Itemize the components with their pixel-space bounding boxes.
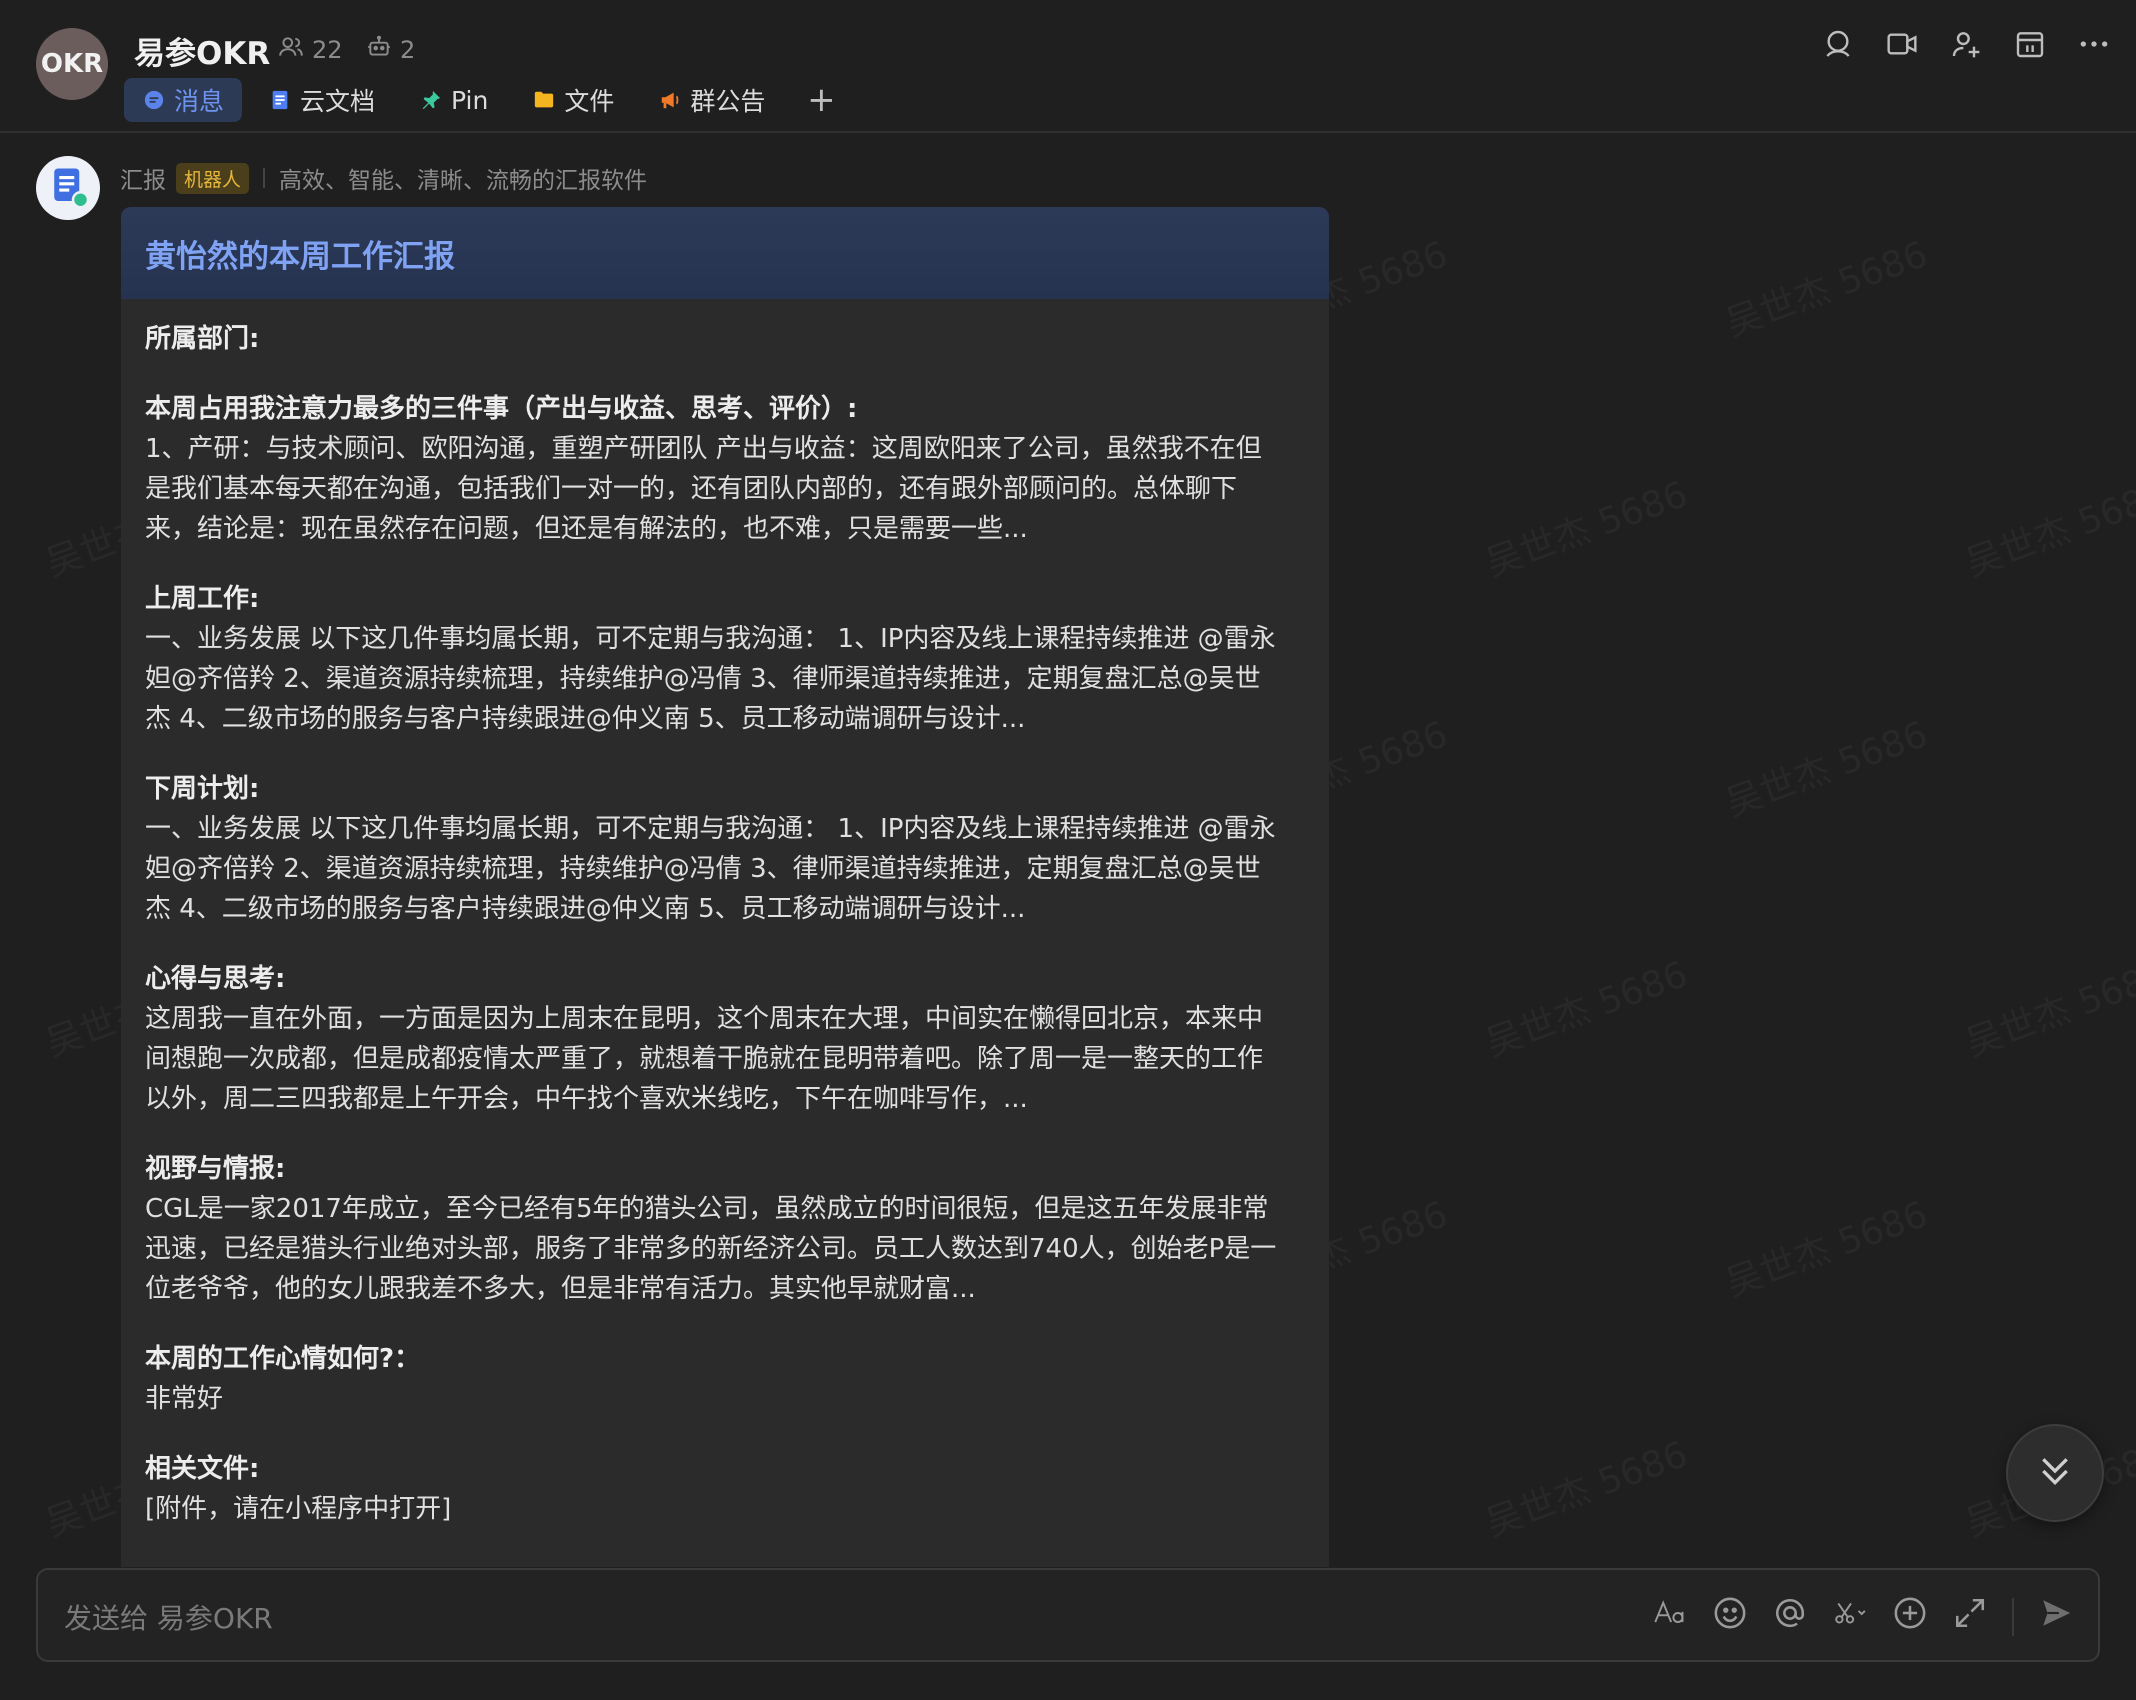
tab-label: 文件	[564, 87, 615, 116]
send-button[interactable]	[2038, 1595, 2074, 1639]
section-department: 所属部门:	[145, 319, 1305, 359]
search-button[interactable]	[1820, 28, 1856, 64]
watermark-text: 吴世杰 5686	[1957, 465, 2136, 586]
search-icon	[1822, 28, 1854, 64]
sender-line: 汇报 机器人 高效、智能、清晰、流畅的汇报软件	[120, 160, 647, 196]
mention-button[interactable]	[1772, 1595, 1808, 1639]
section-content: 这周我一直在外面，一方面是因为上周末在昆明，这个周末在大理，中间实在懒得回北京，…	[145, 1004, 1264, 1114]
text-format-icon	[1653, 1596, 1687, 1638]
section-reflection: 心得与思考: 这周我一直在外面，一方面是因为上周末在昆明，这个周末在大理，中间实…	[145, 959, 1305, 1119]
watermark-text: 吴世杰 5686	[1717, 225, 1933, 346]
more-icon	[2078, 28, 2110, 64]
chat-window: 吴世杰 5686吴世杰 5686吴世杰 5686吴世杰 5686吴世杰 5686…	[0, 0, 2136, 1700]
members-icon	[278, 34, 304, 66]
section-label: 本周的工作心情如何?：	[145, 1344, 421, 1374]
report-card[interactable]: 黄怡然的本周工作汇报 所属部门: 本周占用我注意力最多的三件事（产出与收益、思考…	[121, 207, 1329, 1567]
bot-count[interactable]: 2	[366, 34, 415, 66]
plus-circle-icon	[1893, 1596, 1927, 1638]
member-count-value: 22	[312, 36, 343, 64]
section-next-week: 下周计划: 一、业务发展 以下这几件事均属长期，可不定期与我沟通： 1、IP内容…	[145, 769, 1305, 929]
chat-header: OKR 易参OKR 22 2 消息 云文档 Pin 文件 群公告 +	[0, 0, 2136, 133]
bot-icon	[366, 34, 392, 66]
tab-label: 云文档	[300, 87, 376, 116]
scissors-icon	[1833, 1596, 1867, 1638]
section-top-three: 本周占用我注意力最多的三件事（产出与收益、思考、评价）: 1、产研：与技术顾问、…	[145, 389, 1305, 549]
tab-label: Pin	[451, 85, 489, 115]
screenshot-button[interactable]	[1832, 1595, 1868, 1639]
card-title: 黄怡然的本周工作汇报	[121, 207, 1329, 299]
add-member-button[interactable]	[1948, 28, 1984, 64]
scroll-to-bottom-button[interactable]	[2006, 1424, 2104, 1522]
watermark-text: 吴世杰 5686	[1477, 1425, 1693, 1546]
section-content: 一、业务发展 以下这几件事均属长期，可不定期与我沟通： 1、IP内容及线上课程持…	[145, 814, 1276, 924]
chat-bubble-icon	[142, 88, 166, 112]
doc-icon	[268, 88, 292, 112]
add-attachment-button[interactable]	[1892, 1595, 1928, 1639]
bot-count-value: 2	[400, 36, 416, 64]
header-actions	[1820, 28, 2112, 64]
divider	[263, 168, 266, 188]
section-label: 相关文件:	[145, 1454, 260, 1484]
double-chevron-down-icon	[2035, 1451, 2075, 1495]
format-button[interactable]	[1652, 1595, 1688, 1639]
tab-pin[interactable]: Pin	[401, 78, 506, 122]
chat-title[interactable]: 易参OKR	[134, 28, 270, 73]
expand-icon	[1953, 1596, 1987, 1638]
section-insights: 视野与情报: CGL是一家2017年成立，至今已经有5年的猎头公司，虽然成立的时…	[145, 1149, 1305, 1309]
tab-label: 群公告	[690, 87, 766, 116]
report-bot-icon	[43, 161, 93, 215]
bot-avatar[interactable]	[36, 156, 100, 220]
group-avatar[interactable]: OKR	[36, 28, 108, 100]
calendar-icon	[2014, 28, 2046, 64]
card-body: 所属部门: 本周占用我注意力最多的三件事（产出与收益、思考、评价）: 1、产研：…	[121, 299, 1329, 1529]
watermark-text: 吴世杰 5686	[1477, 945, 1693, 1066]
message-composer	[36, 1568, 2100, 1662]
section-label: 所属部门:	[145, 324, 260, 354]
section-content: CGL是一家2017年成立，至今已经有5年的猎头公司，虽然成立的时间很短，但是这…	[145, 1194, 1277, 1304]
more-button[interactable]	[2076, 28, 2112, 64]
attachment-link[interactable]: [附件，请在小程序中打开]	[145, 1489, 1285, 1529]
section-last-week: 上周工作: 一、业务发展 以下这几件事均属长期，可不定期与我沟通： 1、IP内容…	[145, 579, 1305, 739]
divider	[2012, 1598, 2014, 1636]
folder-icon	[532, 88, 556, 112]
tab-messages[interactable]: 消息	[124, 78, 243, 122]
section-content: 1、产研：与技术顾问、欧阳沟通，重塑产研团队 产出与收益：这周欧阳来了公司，虽然…	[145, 434, 1262, 544]
watermark-text: 吴世杰 5686	[1717, 705, 1933, 826]
emoji-icon	[1713, 1596, 1747, 1638]
tab-announcement[interactable]: 群公告	[640, 78, 783, 122]
tab-docs[interactable]: 云文档	[250, 78, 393, 122]
bot-badge: 机器人	[176, 162, 250, 194]
video-call-button[interactable]	[1884, 28, 1920, 64]
calendar-button[interactable]	[2012, 28, 2048, 64]
watermark-text: 吴世杰 5686	[1957, 945, 2136, 1066]
megaphone-icon	[658, 88, 682, 112]
sender-name[interactable]: 汇报	[120, 161, 166, 195]
message-input[interactable]	[62, 1592, 1626, 1644]
tab-label: 消息	[174, 87, 225, 116]
video-icon	[1886, 28, 1918, 64]
emoji-button[interactable]	[1712, 1595, 1748, 1639]
member-count[interactable]: 22	[278, 34, 343, 66]
section-content: 一、业务发展 以下这几件事均属长期，可不定期与我沟通： 1、IP内容及线上课程持…	[145, 624, 1276, 734]
sender-description: 高效、智能、清晰、流畅的汇报软件	[279, 168, 648, 194]
watermark-text: 吴世杰 5686	[1477, 465, 1693, 586]
at-sign-icon	[1773, 1596, 1807, 1638]
add-tab-button[interactable]: +	[799, 78, 843, 122]
section-label: 视野与情报:	[145, 1154, 286, 1184]
tab-files[interactable]: 文件	[514, 78, 632, 122]
add-user-icon	[1950, 28, 1982, 64]
chat-tabs: 消息 云文档 Pin 文件 群公告 +	[124, 78, 843, 122]
watermark-text: 吴世杰 5686	[1717, 1185, 1933, 1306]
expand-editor-button[interactable]	[1952, 1595, 1988, 1639]
send-icon	[2039, 1596, 2073, 1638]
section-label: 上周工作:	[145, 584, 260, 614]
section-mood: 本周的工作心情如何?： 非常好	[145, 1339, 1305, 1419]
section-label: 下周计划:	[145, 774, 260, 804]
pin-icon	[419, 88, 443, 112]
section-content: 非常好	[145, 1384, 224, 1414]
section-label: 本周占用我注意力最多的三件事（产出与收益、思考、评价）:	[145, 394, 858, 424]
composer-tools	[1652, 1592, 2074, 1642]
section-files: 相关文件: [附件，请在小程序中打开]	[145, 1449, 1305, 1529]
section-label: 心得与思考:	[145, 964, 286, 994]
